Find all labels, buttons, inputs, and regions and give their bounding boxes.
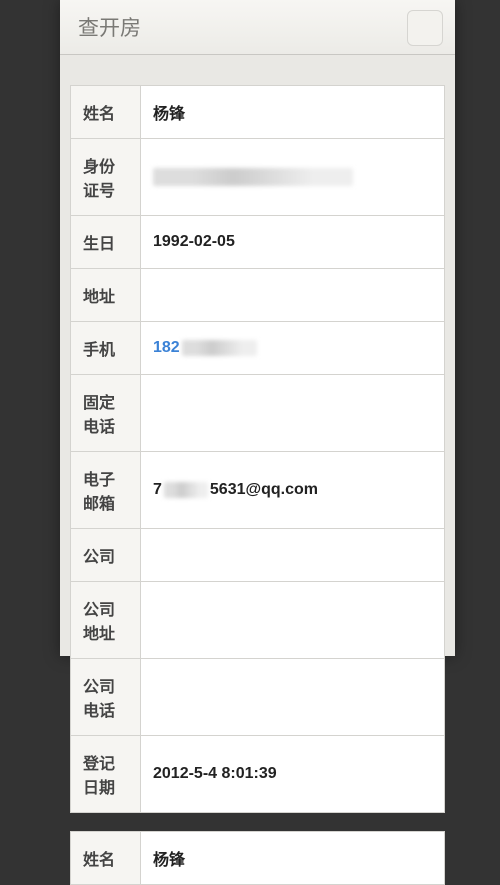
row-landline: 固定电话	[71, 375, 445, 452]
row-registration-date: 登记日期 2012-5-4 8:01:39	[71, 736, 445, 813]
value-company-address	[141, 582, 445, 659]
value-name: 杨锋	[141, 86, 445, 139]
app-window: 查开房 姓名 杨锋 身份证号 生日 1992-02-05 地址	[60, 0, 455, 656]
value-company	[141, 529, 445, 582]
value-registration-date: 2012-5-4 8:01:39	[141, 736, 445, 813]
row-name-next: 姓名 杨锋	[71, 832, 445, 885]
row-company-phone: 公司电话	[71, 659, 445, 736]
value-landline	[141, 375, 445, 452]
censored-phone-icon	[182, 340, 257, 356]
label-email: 电子邮箱	[71, 452, 141, 529]
spacer	[70, 813, 445, 831]
header-bar: 查开房	[60, 0, 455, 55]
row-name: 姓名 杨锋	[71, 86, 445, 139]
value-birthday: 1992-02-05	[141, 216, 445, 269]
email-suffix: 5631@qq.com	[210, 481, 318, 498]
row-id-number: 身份证号	[71, 139, 445, 216]
row-mobile: 手机 182	[71, 322, 445, 375]
value-address	[141, 269, 445, 322]
phone-prefix: 182	[153, 339, 180, 356]
label-company-address: 公司地址	[71, 582, 141, 659]
censored-email-icon	[164, 482, 208, 498]
info-table: 姓名 杨锋 身份证号 生日 1992-02-05 地址 手机 182	[70, 85, 445, 813]
label-company-phone: 公司电话	[71, 659, 141, 736]
row-company-address: 公司地址	[71, 582, 445, 659]
email-prefix: 7	[153, 481, 162, 498]
row-address: 地址	[71, 269, 445, 322]
content-area: 姓名 杨锋 身份证号 生日 1992-02-05 地址 手机 182	[60, 55, 455, 885]
row-email: 电子邮箱 7 5631@qq.com	[71, 452, 445, 529]
label-name: 姓名	[71, 86, 141, 139]
value-mobile[interactable]: 182	[141, 322, 445, 375]
header-action-button[interactable]	[407, 10, 443, 46]
row-company: 公司	[71, 529, 445, 582]
page-title: 查开房	[78, 12, 141, 42]
value-name-next: 杨锋	[141, 832, 445, 885]
value-id-number	[141, 139, 445, 216]
label-registration-date: 登记日期	[71, 736, 141, 813]
label-landline: 固定电话	[71, 375, 141, 452]
label-name-next: 姓名	[71, 832, 141, 885]
label-id-number: 身份证号	[71, 139, 141, 216]
value-email: 7 5631@qq.com	[141, 452, 445, 529]
info-table-next: 姓名 杨锋	[70, 831, 445, 885]
label-mobile: 手机	[71, 322, 141, 375]
censored-id-icon	[153, 168, 353, 186]
row-birthday: 生日 1992-02-05	[71, 216, 445, 269]
label-birthday: 生日	[71, 216, 141, 269]
label-company: 公司	[71, 529, 141, 582]
value-company-phone	[141, 659, 445, 736]
label-address: 地址	[71, 269, 141, 322]
